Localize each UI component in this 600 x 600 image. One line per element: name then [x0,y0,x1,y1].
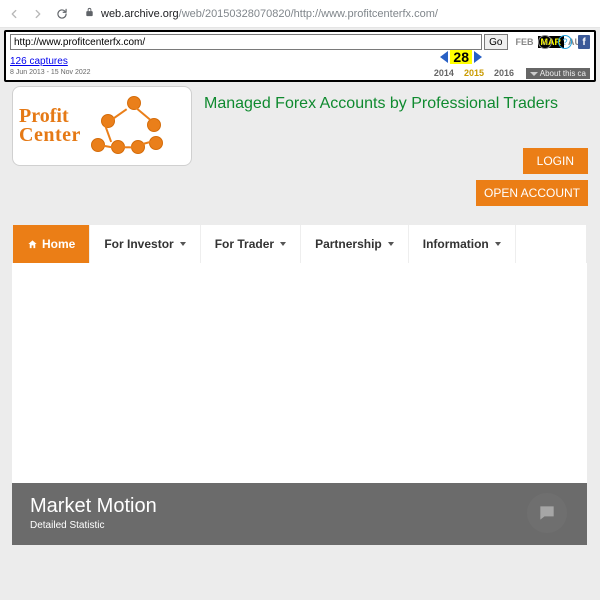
facebook-icon[interactable]: f [578,35,590,49]
home-icon [27,239,38,250]
market-subtitle: Detailed Statistic [30,520,569,531]
address-bar[interactable]: web.archive.org/web/20150328070820/http:… [78,3,594,25]
nav-for-trader[interactable]: For Trader [201,225,301,263]
chevron-down-icon [530,72,538,76]
wayback-user-icon[interactable]: ☺ [538,35,552,49]
logo[interactable]: Profit Center [12,86,192,166]
hero-area [12,263,587,483]
next-year-label[interactable]: 2016 [494,68,514,78]
nav-for-investor[interactable]: For Investor [90,225,200,263]
auth-buttons: LOGIN OPEN ACCOUNT [476,148,588,206]
current-year-label: 2015 [464,68,484,78]
prev-snapshot-icon[interactable] [440,51,448,63]
chevron-down-icon [495,242,501,246]
capture-date-range: 8 Jun 2013 - 15 Nov 2022 [10,69,91,76]
tagline: Managed Forex Accounts by Professional T… [204,86,587,117]
chat-icon[interactable] [527,493,567,533]
chevron-down-icon [180,242,186,246]
logo-text: Profit Center [19,107,81,145]
browser-toolbar: web.archive.org/web/20150328070820/http:… [0,0,600,28]
wayback-toolbar: Go FEB MAR AUG 28 126 captures 8 Jun 201… [4,30,596,82]
url-text: web.archive.org/web/20150328070820/http:… [101,8,438,20]
wayback-about-toggle[interactable]: About this ca [526,68,590,79]
lock-icon [84,7,95,21]
prev-month-label[interactable]: FEB [514,37,536,47]
nav-home[interactable]: Home [13,225,90,263]
market-motion-panel: Market Motion Detailed Statistic [12,483,587,545]
chevron-down-icon [280,242,286,246]
market-title: Market Motion [30,495,569,518]
main-nav: Home For Investor For Trader Partnership… [12,224,587,263]
wayback-help-icon[interactable]: ? [558,35,572,49]
snapshot-day: 28 [450,50,472,64]
logo-graphic-icon [87,94,159,158]
page-body: Profit Center Managed Forex Accounts by … [12,82,587,545]
next-snapshot-icon[interactable] [474,51,482,63]
back-button[interactable] [6,6,22,22]
nav-information[interactable]: Information [409,225,516,263]
prev-year-label[interactable]: 2014 [434,68,454,78]
captures-link[interactable]: 126 captures [10,56,68,67]
wayback-go-button[interactable]: Go [484,34,507,50]
open-account-button[interactable]: OPEN ACCOUNT [476,180,588,206]
wayback-url-input[interactable] [10,34,482,50]
reload-button[interactable] [54,6,70,22]
nav-partnership[interactable]: Partnership [301,225,409,263]
login-button[interactable]: LOGIN [523,148,588,174]
chevron-down-icon [388,242,394,246]
forward-button[interactable] [30,6,46,22]
